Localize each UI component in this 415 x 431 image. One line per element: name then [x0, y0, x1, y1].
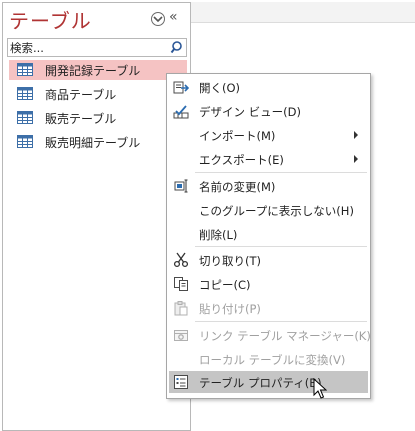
table-list-item[interactable]: 販売明細テーブル — [9, 132, 187, 152]
table-item-label: 販売テーブル — [45, 112, 117, 126]
open-icon — [173, 79, 190, 95]
search-input[interactable] — [10, 39, 160, 56]
menu-item-label: リンク テーブル マネージャー(K) — [199, 329, 371, 343]
table-icon — [17, 63, 33, 76]
context-menu-item[interactable]: テーブル プロパティ(B) — [169, 371, 368, 393]
navigation-pane: テーブル « 開発記録テーブル商品テーブル販売テーブル販売明細テーブル — [2, 2, 191, 431]
context-menu: 開く(O) デザイン ビュー(D) インポート(M) エクスポート(E) 名前の変更(M… — [166, 73, 371, 399]
table-icon — [17, 111, 33, 124]
submenu-arrow-icon — [354, 131, 358, 139]
table-item-label: 販売明細テーブル — [45, 136, 141, 150]
context-menu-item: リンク テーブル マネージャー(K) — [169, 324, 371, 346]
context-menu-item: 貼り付け(P) — [169, 297, 368, 319]
menu-item-label: 切り取り(T) — [199, 254, 261, 268]
document-tab-strip — [191, 2, 415, 23]
nav-pane-title: テーブル — [9, 9, 92, 33]
table-icon — [17, 87, 33, 100]
chevron-down-icon[interactable] — [151, 12, 165, 26]
menu-separator — [195, 321, 367, 322]
table-item-label: 開発記録テーブル — [45, 64, 141, 78]
table-list-item[interactable]: 商品テーブル — [9, 84, 187, 104]
table-properties-icon — [173, 374, 189, 390]
menu-separator — [195, 172, 367, 173]
table-icon — [17, 135, 33, 148]
menu-item-label: コピー(C) — [199, 278, 251, 292]
context-menu-item[interactable]: 名前の変更(M) — [169, 175, 368, 197]
context-menu-item[interactable]: インポート(M) — [169, 124, 368, 146]
context-menu-item[interactable]: 削除(L) — [169, 223, 368, 245]
menu-item-label: ローカル テーブルに変換(V) — [199, 353, 346, 367]
link-table-manager-icon — [173, 327, 189, 343]
menu-item-label: エクスポート(E) — [199, 153, 284, 167]
menu-item-label: テーブル プロパティ(B) — [199, 376, 322, 390]
search-icon[interactable] — [168, 39, 186, 56]
context-menu-item[interactable]: このグループに表示しない(H) — [169, 199, 368, 221]
copy-icon — [173, 276, 189, 292]
table-list-item[interactable]: 販売テーブル — [9, 108, 187, 128]
context-menu-item[interactable]: コピー(C) — [169, 273, 368, 295]
submenu-arrow-icon — [354, 155, 358, 163]
table-item-label: 商品テーブル — [45, 88, 117, 102]
menu-item-label: インポート(M) — [199, 129, 276, 143]
menu-item-label: 削除(L) — [199, 228, 238, 242]
menu-item-label: このグループに表示しない(H) — [199, 204, 354, 218]
menu-item-label: 開く(O) — [199, 81, 241, 95]
context-menu-item[interactable]: デザイン ビュー(D) — [169, 100, 368, 122]
collapse-pane-icon[interactable]: « — [169, 9, 178, 25]
menu-item-label: 名前の変更(M) — [199, 180, 276, 194]
design-view-icon — [173, 103, 189, 119]
search-box — [7, 38, 187, 57]
menu-item-label: デザイン ビュー(D) — [199, 105, 301, 119]
mouse-cursor-icon — [313, 378, 327, 399]
context-menu-item: ローカル テーブルに変換(V) — [169, 348, 368, 370]
nav-pane-header[interactable]: テーブル « — [3, 3, 190, 35]
menu-separator — [195, 246, 367, 247]
scissors-icon — [173, 252, 189, 268]
menu-item-label: 貼り付け(P) — [199, 302, 261, 316]
context-menu-item[interactable]: 切り取り(T) — [169, 249, 368, 271]
paste-icon — [173, 300, 189, 316]
rename-icon — [173, 178, 189, 194]
context-menu-item[interactable]: エクスポート(E) — [169, 148, 368, 170]
context-menu-item[interactable]: 開く(O) — [169, 76, 368, 98]
table-list-item[interactable]: 開発記録テーブル — [9, 60, 187, 80]
